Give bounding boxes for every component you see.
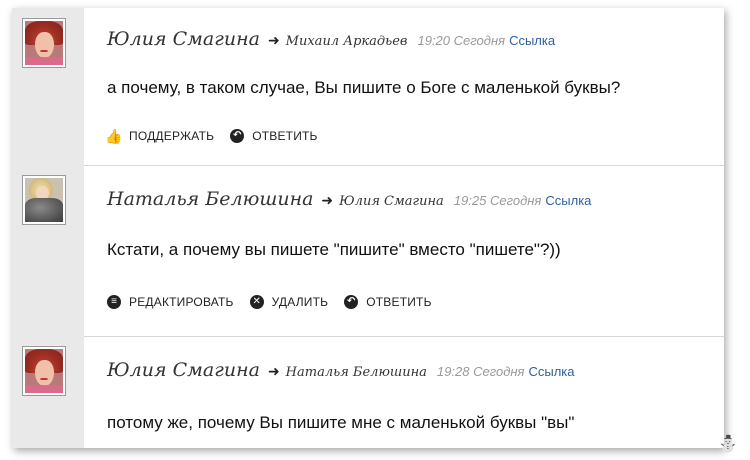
comment-meta: Юлия Смагина ➜ Михаил Аркадьев 19:20 Сег… [107, 28, 555, 50]
right-arrow-icon: ➜ [267, 363, 280, 379]
reply-icon: ↶ [344, 295, 359, 309]
delete-label: УДАЛИТЬ [271, 295, 329, 309]
support-label: ПОДДЕРЖАТЬ [129, 129, 215, 143]
reply-button[interactable]: ↶ ОТВЕТИТЬ [344, 295, 431, 309]
avatar[interactable] [22, 175, 66, 225]
comment-body: Наталья Белюшина ➜ Юлия Смагина 19:25 Се… [84, 165, 724, 336]
watermark-icon: ⛄ [718, 436, 738, 453]
comment-time: 19:25 Сегодня [453, 193, 542, 208]
reply-button[interactable]: ↶ ОТВЕТИТЬ [230, 129, 317, 143]
thumbs-up-icon: 👍 [105, 128, 123, 144]
comment-author[interactable]: Юлия Смагина [107, 28, 260, 50]
comment: Юлия Смагина ➜ Михаил Аркадьев 19:20 Сег… [12, 8, 724, 165]
comment-meta: Юлия Смагина ➜ Наталья Белюшина 19:28 Се… [107, 359, 575, 381]
reply-to-author[interactable]: Юлия Смагина [339, 194, 444, 209]
right-arrow-icon: ➜ [321, 192, 334, 208]
right-arrow-icon: ➜ [267, 32, 280, 48]
delete-button[interactable]: ✕ УДАЛИТЬ [249, 295, 329, 309]
reply-label: ОТВЕТИТЬ [252, 129, 318, 143]
comment-actions: 👍 ПОДДЕРЖАТЬ ↶ ОТВЕТИТЬ [105, 128, 334, 144]
comment-avatar-column [12, 336, 84, 448]
comment-text: а почему, в таком случае, Вы пишите о Бо… [107, 78, 621, 97]
comment-author[interactable]: Наталья Белюшина [107, 188, 313, 210]
edit-icon: ≡ [107, 295, 121, 309]
reply-to-author[interactable]: Михаил Аркадьев [286, 34, 408, 49]
comment-avatar-column [12, 165, 84, 336]
comment-time: 19:20 Сегодня [417, 33, 506, 48]
avatar[interactable] [22, 346, 66, 396]
comment: Наталья Белюшина ➜ Юлия Смагина 19:25 Се… [12, 165, 724, 336]
comment-text: Кстати, а почему вы пишете "пишите" вмес… [107, 240, 561, 259]
reply-to-author[interactable]: Наталья Белюшина [286, 365, 427, 380]
comment-avatar-column [12, 8, 84, 165]
reply-label: ОТВЕТИТЬ [366, 295, 432, 309]
comment-actions: ≡ РЕДАКТИРОВАТЬ ✕ УДАЛИТЬ ↶ ОТВЕТИТЬ [107, 295, 448, 309]
permalink[interactable]: Ссылка [509, 33, 555, 48]
comment-time: 19:28 Сегодня [436, 364, 525, 379]
comment-body: Юлия Смагина ➜ Михаил Аркадьев 19:20 Сег… [84, 8, 724, 165]
delete-icon: ✕ [249, 295, 264, 309]
edit-button[interactable]: ≡ РЕДАКТИРОВАТЬ [107, 295, 234, 309]
reply-icon: ↶ [230, 129, 245, 143]
avatar[interactable] [22, 18, 66, 68]
edit-label: РЕДАКТИРОВАТЬ [129, 295, 234, 309]
support-button[interactable]: 👍 ПОДДЕРЖАТЬ [105, 128, 215, 144]
permalink[interactable]: Ссылка [545, 193, 591, 208]
comment: Юлия Смагина ➜ Наталья Белюшина 19:28 Се… [12, 336, 724, 448]
comments-thread: Юлия Смагина ➜ Михаил Аркадьев 19:20 Сег… [12, 8, 724, 448]
comment-text: потому же, почему Вы пишите мне с малень… [107, 413, 575, 432]
comment-body: Юлия Смагина ➜ Наталья Белюшина 19:28 Се… [84, 336, 724, 448]
comment-meta: Наталья Белюшина ➜ Юлия Смагина 19:25 Се… [107, 188, 591, 210]
permalink[interactable]: Ссылка [528, 364, 574, 379]
comment-author[interactable]: Юлия Смагина [107, 359, 260, 381]
